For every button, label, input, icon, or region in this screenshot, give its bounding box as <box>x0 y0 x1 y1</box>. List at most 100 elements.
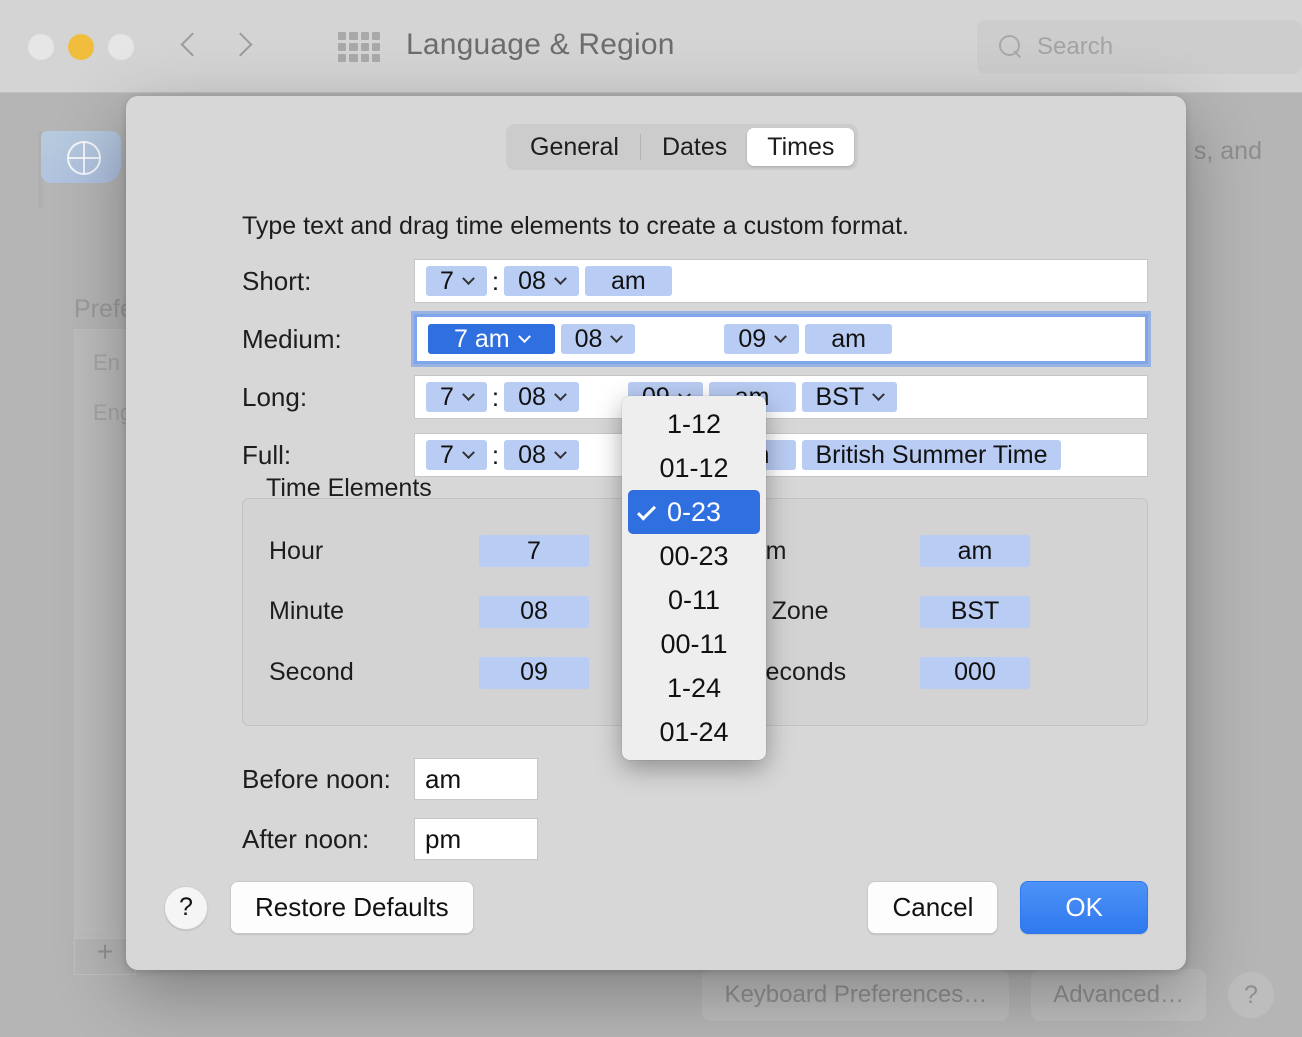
chevron-down-icon <box>774 330 787 343</box>
medium-format-field[interactable]: 7 am 08 09 am <box>414 314 1148 364</box>
menu-item-1-24[interactable]: 1-24 <box>628 666 760 710</box>
menu-item-01-24[interactable]: 01-24 <box>628 710 760 754</box>
before-noon-input[interactable]: am <box>414 758 538 800</box>
time-element-minute: Minute 08 <box>269 582 680 643</box>
system-preferences-window: Language & Region Search Prefe En Eng + … <box>0 0 1302 1037</box>
chevron-down-icon <box>554 446 567 459</box>
restore-defaults-button[interactable]: Restore Defaults <box>230 881 474 934</box>
format-row-medium: Medium: 7 am 08 09 am <box>242 310 1148 368</box>
token-hour[interactable]: 7 <box>426 266 487 296</box>
full-label: Full: <box>242 440 414 471</box>
chevron-down-icon <box>462 388 475 401</box>
separator-colon: : <box>490 440 501 471</box>
background-description-text: s, and <box>1194 137 1262 166</box>
close-button[interactable] <box>28 34 54 60</box>
menu-item-0-23[interactable]: 0-23 <box>628 490 760 534</box>
separator-colon: : <box>490 382 501 413</box>
time-element-timezone: Time Zone BST <box>710 582 1121 643</box>
element-label: Hour <box>269 537 479 566</box>
zoom-button[interactable] <box>108 34 134 60</box>
tab-times[interactable]: Times <box>747 128 854 166</box>
long-format-field[interactable]: 7 : 08 09 am BST <box>414 375 1148 419</box>
token-hour[interactable]: 7 <box>426 382 487 412</box>
menu-item-0-11[interactable]: 0-11 <box>628 578 760 622</box>
tab-divider <box>640 134 641 160</box>
menu-item-1-12[interactable]: 1-12 <box>628 402 760 446</box>
traffic-lights <box>28 34 134 60</box>
chevron-down-icon <box>554 272 567 285</box>
after-noon-label: After noon: <box>242 824 414 855</box>
search-input[interactable]: Search <box>977 20 1302 74</box>
time-element-second: Second 09 <box>269 642 680 703</box>
check-icon <box>637 502 656 521</box>
after-noon-row: After noon: pm <box>242 818 538 860</box>
format-row-short: Short: 7 : 08 am <box>242 252 1148 310</box>
before-noon-label: Before noon: <box>242 764 414 795</box>
background-help-button[interactable]: ? <box>1228 972 1274 1018</box>
chevron-down-icon <box>462 446 475 459</box>
hour-format-dropdown-menu[interactable]: 1-12 01-12 0-23 00-23 0-11 00-11 1-24 01… <box>622 396 766 760</box>
keyboard-preferences-button[interactable]: Keyboard Preferences… <box>702 969 1009 1021</box>
time-element-milliseconds: Milliseconds 000 <box>710 642 1121 703</box>
element-token[interactable]: 08 <box>479 596 589 628</box>
element-token[interactable]: 09 <box>479 657 589 689</box>
token-second[interactable]: 09 <box>724 324 799 354</box>
before-noon-row: Before noon: am <box>242 758 538 800</box>
navigation-arrows <box>180 26 254 68</box>
chevron-down-icon <box>518 330 531 343</box>
element-token[interactable]: am <box>920 535 1030 567</box>
page-title: Language & Region <box>406 28 675 62</box>
time-element-ampm: am/pm am <box>710 521 1121 582</box>
format-tabs: General Dates Times <box>506 124 858 170</box>
cancel-button[interactable]: Cancel <box>867 881 998 934</box>
element-label: Second <box>269 658 479 687</box>
menu-item-00-11[interactable]: 00-11 <box>628 622 760 666</box>
chevron-down-icon <box>872 388 885 401</box>
long-label: Long: <box>242 382 414 413</box>
tab-general[interactable]: General <box>510 128 639 166</box>
back-chevron-icon[interactable] <box>180 26 202 68</box>
element-label: Minute <box>269 597 479 626</box>
language-region-flag-icon <box>34 123 126 209</box>
short-format-field[interactable]: 7 : 08 am <box>414 259 1148 303</box>
token-ampm[interactable]: am <box>585 266 672 296</box>
custom-time-format-sheet: General Dates Times Type text and drag t… <box>126 96 1186 970</box>
medium-label: Medium: <box>242 324 414 355</box>
token-ampm[interactable]: am <box>805 324 892 354</box>
element-token[interactable]: BST <box>920 596 1030 628</box>
token-hour-selected[interactable]: 7 am <box>428 324 555 354</box>
advanced-button[interactable]: Advanced… <box>1031 969 1206 1021</box>
help-button[interactable]: ? <box>164 886 208 930</box>
search-icon <box>999 35 1023 59</box>
forward-chevron-icon[interactable] <box>232 26 254 68</box>
separator-colon: : <box>490 266 501 297</box>
time-element-hour: Hour 7 <box>269 521 680 582</box>
ok-button[interactable]: OK <box>1020 881 1148 934</box>
menu-item-00-23[interactable]: 00-23 <box>628 534 760 578</box>
full-format-field[interactable]: 7 : 08 09 am British Summer Time <box>414 433 1148 477</box>
element-token[interactable]: 7 <box>479 535 589 567</box>
after-noon-input[interactable]: pm <box>414 818 538 860</box>
search-placeholder: Search <box>1037 33 1113 61</box>
grid-icon[interactable] <box>338 32 380 62</box>
preferred-languages-label: Prefe <box>74 295 134 324</box>
instruction-text: Type text and drag time elements to crea… <box>242 212 909 241</box>
menu-item-01-12[interactable]: 01-12 <box>628 446 760 490</box>
token-hour[interactable]: 7 <box>426 440 487 470</box>
token-timezone[interactable]: BST <box>802 382 898 412</box>
minimize-button[interactable] <box>68 34 94 60</box>
sheet-footer: ? Restore Defaults Cancel OK <box>164 881 1148 934</box>
token-minute[interactable]: 08 <box>561 324 636 354</box>
token-minute[interactable]: 08 <box>504 266 579 296</box>
background-footer: Keyboard Preferences… Advanced… ? <box>0 969 1302 1021</box>
chevron-down-icon <box>462 272 475 285</box>
short-label: Short: <box>242 266 414 297</box>
chevron-down-icon <box>611 330 624 343</box>
title-bar: Language & Region Search <box>0 0 1302 93</box>
token-timezone-long[interactable]: British Summer Time <box>802 440 1062 470</box>
element-token[interactable]: 000 <box>920 657 1030 689</box>
tab-dates[interactable]: Dates <box>642 128 747 166</box>
chevron-down-icon <box>554 388 567 401</box>
token-minute[interactable]: 08 <box>504 440 579 470</box>
token-minute[interactable]: 08 <box>504 382 579 412</box>
